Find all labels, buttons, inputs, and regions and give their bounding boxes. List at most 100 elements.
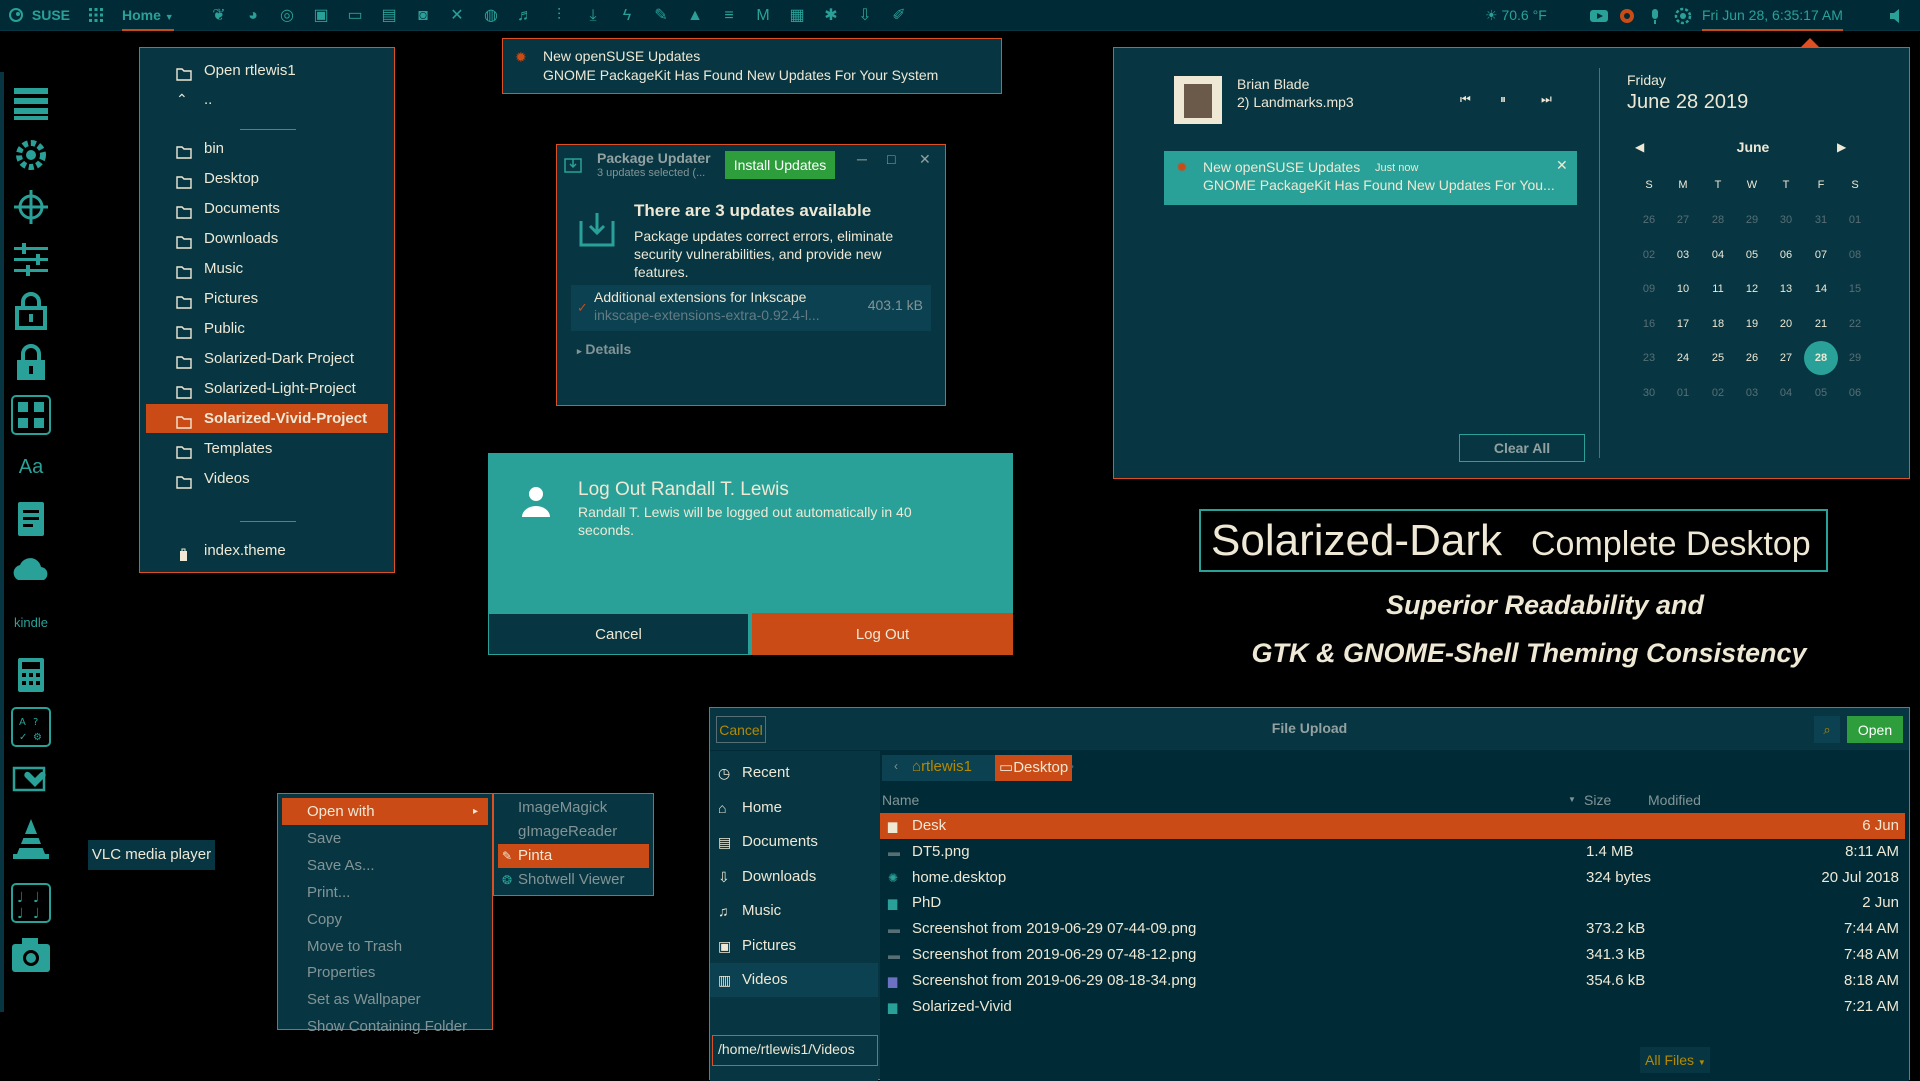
open-with-item[interactable]: ✎ Pinta — [498, 844, 649, 868]
minimize-icon[interactable]: ─ — [857, 151, 867, 167]
calendar-day[interactable]: 08 — [1838, 238, 1872, 272]
crosshair-icon[interactable] — [8, 184, 54, 230]
volume-icon[interactable] — [1886, 5, 1908, 27]
logout-cancel-button[interactable]: Cancel — [488, 613, 749, 655]
path-back-icon[interactable]: ‹ — [894, 759, 898, 773]
calculator-icon[interactable] — [8, 652, 54, 698]
settings-gear-icon[interactable] — [8, 132, 54, 178]
file-row[interactable]: ▬ Screenshot from 2019-06-29 07-48-12.png… — [880, 942, 1905, 968]
folder-item[interactable]: Solarized-Light-Project — [140, 374, 396, 403]
file-row[interactable]: ▬ Screenshot from 2019-06-29 07-44-09.png… — [880, 916, 1905, 942]
install-updates-button[interactable]: Install Updates — [725, 151, 835, 179]
context-menu-item[interactable]: Copy — [282, 906, 488, 933]
folder-item[interactable]: Music — [140, 254, 396, 283]
calendar-day[interactable]: 04 — [1701, 238, 1735, 272]
calendar-day[interactable]: 16 — [1632, 307, 1666, 341]
calendar-day[interactable]: 19 — [1735, 307, 1769, 341]
file-row[interactable]: ▬ DT5.png 1.4 MB 8:11 AM — [880, 839, 1905, 865]
cloud-icon[interactable] — [8, 548, 54, 594]
next-track-icon[interactable]: ⏭ — [1541, 92, 1552, 107]
calendar-day[interactable]: 15 — [1838, 272, 1872, 306]
file-filter-dropdown[interactable]: All Files ▼ — [1640, 1047, 1710, 1073]
folder-item[interactable]: Downloads — [140, 224, 396, 253]
calendar-day[interactable]: 03 — [1666, 238, 1700, 272]
calendar-day[interactable]: 29 — [1838, 341, 1872, 375]
update-notification[interactable]: ✹ New openSUSE Updates GNOME PackageKit … — [502, 38, 1002, 94]
calendar-day[interactable]: 17 — [1666, 307, 1700, 341]
previous-track-icon[interactable]: ⏮ — [1460, 92, 1471, 107]
clock[interactable]: Fri Jun 28, 6:35:17 AM — [1702, 0, 1843, 31]
apps-grid-icon[interactable] — [8, 392, 54, 438]
calendar-day[interactable]: 09 — [1632, 272, 1666, 306]
folder-item[interactable]: Templates — [140, 434, 396, 463]
calendar-day[interactable]: 20 — [1769, 307, 1803, 341]
calendar-day[interactable]: 01 — [1838, 203, 1872, 237]
chrome-icon[interactable]: ◎ — [276, 5, 298, 27]
column-name[interactable]: Name — [882, 787, 919, 813]
calendar-day[interactable]: 25 — [1701, 341, 1735, 375]
text-editor-icon[interactable] — [8, 496, 54, 542]
calendar-day[interactable]: 28 — [1701, 203, 1735, 237]
open-with-item[interactable]: gImageReader — [498, 820, 649, 844]
calendar-day[interactable]: 10 — [1666, 272, 1700, 306]
pen-icon[interactable]: ✐ — [888, 5, 910, 27]
folder-item[interactable]: Public — [140, 314, 396, 343]
calendar-day[interactable]: 18 — [1701, 307, 1735, 341]
location-field[interactable]: /home/rtlewis1/Videos — [712, 1035, 878, 1066]
place-item-music[interactable]: ♫ Music — [710, 894, 878, 928]
notes-icon[interactable]: ≡ — [718, 5, 740, 27]
weather-indicator[interactable]: ☀ 70.6 °F — [1485, 0, 1547, 31]
details-expander[interactable]: ▸ Details — [577, 341, 631, 357]
calendar-day[interactable]: 14 — [1804, 272, 1838, 306]
context-menu-item[interactable]: Set as Wallpaper — [282, 986, 488, 1013]
firefox-icon[interactable]: ◕ — [242, 5, 264, 27]
file-row[interactable]: ▆ PhD 2 Jun — [880, 890, 1905, 916]
calendar-day[interactable]: 03 — [1735, 376, 1769, 410]
app-grid-button[interactable] — [88, 0, 104, 31]
folder-item[interactable]: Documents — [140, 194, 396, 223]
download-icon[interactable]: ⤓ — [582, 5, 604, 27]
world-icon[interactable]: ◍ — [480, 5, 502, 27]
calendar-day[interactable]: 27 — [1769, 341, 1803, 375]
clear-all-button[interactable]: Clear All — [1459, 434, 1585, 462]
context-menu-item[interactable]: Save As... — [282, 852, 488, 879]
place-item-documents[interactable]: ▤ Documents — [710, 825, 878, 859]
calendar-day[interactable]: 26 — [1735, 341, 1769, 375]
home-menu-button[interactable]: Home ▼ — [122, 0, 174, 31]
upload-open-button[interactable]: Open — [1847, 716, 1903, 743]
alert-gear-icon[interactable] — [1616, 5, 1638, 27]
path-forward-icon[interactable]: › — [1070, 759, 1074, 773]
calendar-day[interactable]: 21 — [1804, 307, 1838, 341]
server-icon[interactable] — [8, 80, 54, 126]
parent-folder-item[interactable]: ⌃ .. — [140, 85, 396, 114]
context-menu-item[interactable]: Move to Trash — [282, 933, 488, 960]
camera-icon[interactable] — [8, 932, 54, 978]
maximize-icon[interactable]: □ — [887, 151, 895, 167]
place-item-downloads[interactable]: ⇩ Downloads — [710, 860, 878, 894]
outlook-icon[interactable]: ▦ — [786, 5, 808, 27]
context-menu-item[interactable]: Show Containing Folder — [282, 1013, 488, 1040]
place-item-home[interactable]: ⌂ Home — [710, 791, 878, 825]
calendar-day[interactable]: 24 — [1666, 341, 1700, 375]
calendar-day[interactable]: 12 — [1735, 272, 1769, 306]
next-month-icon[interactable]: ▶ — [1837, 140, 1846, 154]
files-icon[interactable]: ▤ — [378, 5, 400, 27]
bolt-icon[interactable]: ϟ — [616, 5, 638, 27]
microphone-icon[interactable] — [1644, 5, 1666, 27]
calendar-day[interactable]: 05 — [1735, 238, 1769, 272]
feather-icon[interactable]: ✎ — [650, 5, 672, 27]
headphones-icon[interactable]: ♬ — [514, 5, 536, 27]
path-segment-home[interactable]: ⌂rtlewis1 — [912, 758, 972, 775]
calendar-day[interactable]: 02 — [1701, 376, 1735, 410]
calendar-day[interactable]: 13 — [1769, 272, 1803, 306]
open-with-item[interactable]: ❂ Shotwell Viewer — [498, 868, 649, 892]
search-icon[interactable]: ⌕ — [1814, 716, 1840, 743]
close-icon[interactable]: ✕ — [919, 151, 931, 168]
calendar-day[interactable]: 11 — [1701, 272, 1735, 306]
prev-month-icon[interactable]: ◀ — [1635, 140, 1644, 154]
vlc-icon[interactable] — [8, 816, 54, 862]
path-segment-desktop[interactable]: ▭Desktop — [995, 755, 1073, 781]
terminal-icon[interactable]: ▭ — [344, 5, 366, 27]
bug-icon[interactable]: ✱ — [820, 5, 842, 27]
lock-icon[interactable] — [8, 288, 54, 334]
